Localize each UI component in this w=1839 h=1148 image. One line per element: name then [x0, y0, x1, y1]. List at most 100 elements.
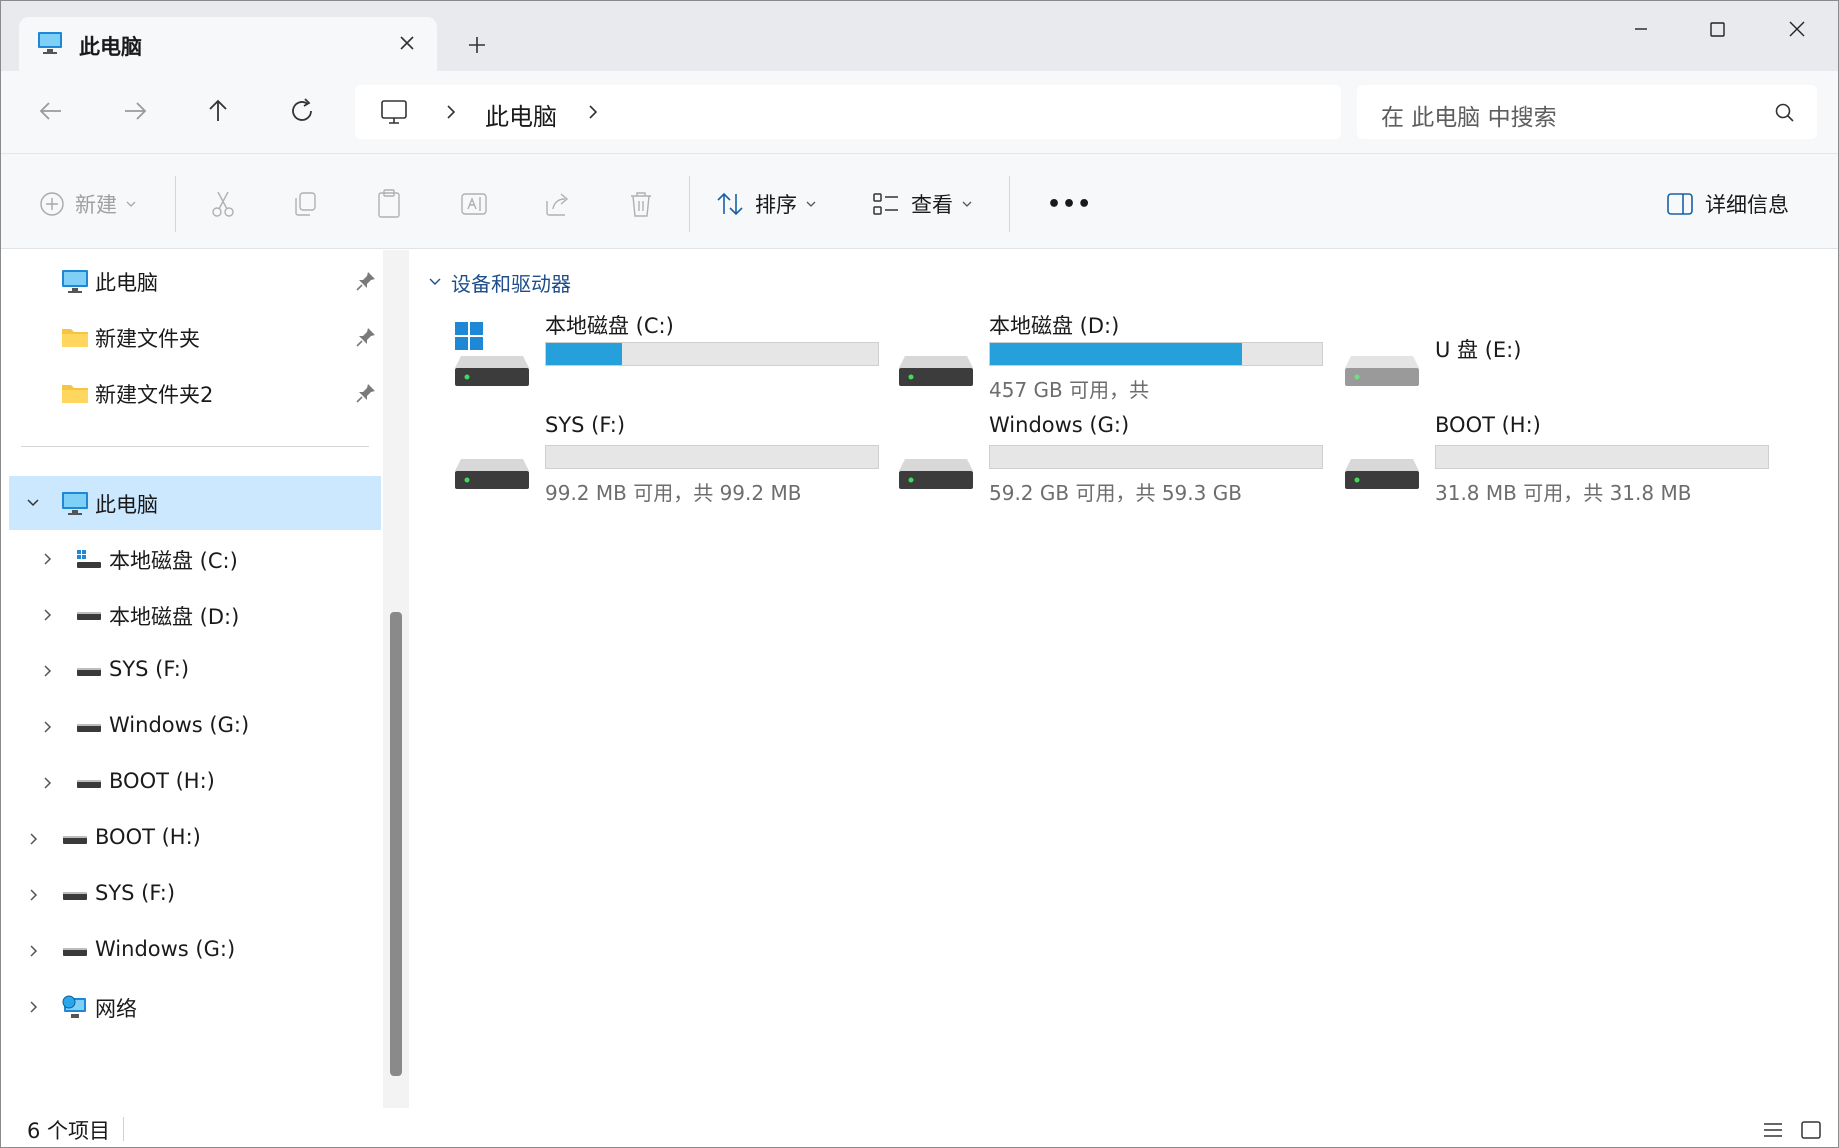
tree-label: SYS (F:) — [109, 657, 190, 681]
drive-tile-f[interactable]: SYS (F:) 99.2 MB 可用，共 99.2 MB — [453, 413, 879, 513]
share-icon — [546, 193, 569, 216]
details-view-icon[interactable] — [1761, 1119, 1785, 1141]
minimize-icon[interactable] — [1611, 9, 1671, 49]
chevron-down-icon[interactable] — [427, 274, 443, 290]
tree-label: 此电脑 — [95, 271, 158, 295]
chevron-right-icon[interactable] — [39, 774, 55, 792]
trash-icon — [631, 192, 651, 217]
tiles-view-icon[interactable] — [1799, 1119, 1823, 1141]
tree-item-network[interactable]: 网络 — [1, 980, 381, 1034]
close-window-icon[interactable] — [1767, 9, 1827, 49]
usb-drive-icon — [1345, 356, 1419, 386]
pane-divider — [21, 446, 369, 447]
command-bar: 新建 排序 查看 ••• 详细信息 — [1, 153, 1838, 249]
drive-icon — [77, 724, 101, 732]
drive-icon — [899, 356, 973, 386]
drive-name: SYS (F:) — [545, 413, 626, 437]
drive-tile-e[interactable]: U 盘 (E:) — [1343, 310, 1763, 410]
status-bar: 6 个项目 — [1, 1109, 1838, 1147]
scissors-icon — [212, 191, 234, 217]
monitor-icon[interactable] — [379, 98, 409, 126]
drive-tile-h[interactable]: BOOT (H:) 31.8 MB 可用，共 31.8 MB — [1343, 413, 1769, 513]
details-pane-button[interactable]: 详细信息 — [1665, 184, 1789, 224]
cut-button[interactable] — [209, 184, 237, 224]
navigation-pane: 此电脑 新建文件夹 新建文件夹2 此电脑 本地磁盘 (C:) 本地磁盘 (D:)… — [1, 250, 413, 1147]
chevron-right-icon[interactable] — [39, 606, 55, 624]
tree-label: 此电脑 — [95, 493, 158, 517]
address-bar[interactable]: 此电脑 — [355, 85, 1341, 139]
forward-arrow-icon[interactable] — [111, 89, 159, 133]
sort-label: 排序 — [755, 193, 797, 217]
tree-item-boot-h[interactable]: BOOT (H:) — [1, 812, 381, 866]
drive-icon — [63, 836, 87, 844]
drive-name: Windows (G:) — [989, 413, 1130, 437]
pin-icon[interactable] — [355, 270, 377, 292]
tab-this-pc[interactable]: 此电脑 — [19, 17, 437, 71]
chevron-down-icon[interactable] — [25, 494, 41, 512]
quick-access-this-pc[interactable]: 此电脑 — [1, 254, 381, 308]
refresh-icon[interactable] — [279, 89, 327, 133]
tree-item-drive-d[interactable]: 本地磁盘 (D:) — [1, 588, 381, 642]
search-icon[interactable] — [1773, 101, 1797, 125]
pin-icon[interactable] — [355, 326, 377, 348]
chevron-right-icon[interactable] — [25, 942, 41, 960]
tab-title: 此电脑 — [79, 35, 142, 59]
drive-tile-c[interactable]: 本地磁盘 (C:) — [453, 310, 879, 410]
tree-label: 本地磁盘 (D:) — [109, 605, 240, 629]
drive-usage-bar — [1435, 445, 1769, 469]
up-arrow-icon[interactable] — [194, 89, 242, 133]
nav-pane-scroll-thumb[interactable] — [390, 612, 402, 1076]
chevron-right-icon[interactable] — [25, 830, 41, 848]
tree-item-sys-f[interactable]: SYS (F:) — [1, 868, 381, 922]
back-arrow-icon[interactable] — [27, 89, 75, 133]
tree-label: 新建文件夹 — [95, 327, 200, 351]
chevron-right-icon[interactable] — [25, 998, 41, 1016]
drive-tile-d[interactable]: 本地磁盘 (D:) 457 GB 可用，共 — [897, 310, 1323, 410]
tree-item-drive-f[interactable]: SYS (F:) — [1, 644, 381, 698]
copy-button[interactable] — [291, 184, 319, 224]
paste-button[interactable] — [375, 184, 403, 224]
sort-button[interactable]: 排序 — [715, 184, 817, 224]
chevron-right-icon[interactable] — [441, 101, 461, 123]
drive-usage-fill — [990, 343, 1243, 365]
new-tab-icon[interactable] — [459, 27, 495, 63]
command-separator — [175, 176, 176, 232]
more-options-button[interactable]: ••• — [1037, 184, 1092, 224]
maximize-icon[interactable] — [1687, 9, 1747, 49]
quick-access-folder-2[interactable]: 新建文件夹2 — [1, 366, 381, 420]
search-placeholder[interactable]: 在 此电脑 中搜索 — [1381, 98, 1557, 132]
search-box[interactable]: 在 此电脑 中搜索 — [1357, 85, 1817, 139]
group-header-devices[interactable]: 设备和驱动器 — [427, 268, 571, 296]
folder-icon — [62, 385, 88, 403]
tree-label: Windows (G:) — [109, 713, 250, 737]
drive-name: 本地磁盘 (C:) — [545, 314, 674, 338]
view-button[interactable]: 查看 — [871, 184, 973, 224]
tree-label: Windows (G:) — [95, 937, 236, 961]
share-button[interactable] — [543, 184, 573, 224]
drive-icon — [77, 780, 101, 788]
tree-item-this-pc[interactable]: 此电脑 — [9, 476, 381, 530]
new-label: 新建 — [75, 193, 117, 217]
tree-item-drive-g[interactable]: Windows (G:) — [1, 700, 381, 754]
breadcrumb-this-pc[interactable]: 此电脑 — [485, 97, 557, 132]
drive-usage-bar — [989, 445, 1323, 469]
chevron-right-icon[interactable] — [25, 886, 41, 904]
view-label: 查看 — [911, 193, 953, 217]
close-tab-icon[interactable] — [391, 27, 423, 59]
rename-button[interactable] — [459, 184, 489, 224]
chevron-right-icon[interactable] — [39, 718, 55, 736]
quick-access-folder[interactable]: 新建文件夹 — [1, 310, 381, 364]
computer-icon — [62, 270, 88, 293]
more-label: ••• — [1047, 191, 1093, 217]
tree-item-drive-h[interactable]: BOOT (H:) — [1, 756, 381, 810]
new-button[interactable]: 新建 — [39, 184, 137, 224]
drive-tile-g[interactable]: Windows (G:) 59.2 GB 可用，共 59.3 GB — [897, 413, 1323, 513]
delete-button[interactable] — [627, 184, 655, 224]
system-drive-icon — [77, 550, 101, 568]
pin-icon[interactable] — [355, 382, 377, 404]
tree-item-windows-g[interactable]: Windows (G:) — [1, 924, 381, 978]
tree-item-drive-c[interactable]: 本地磁盘 (C:) — [1, 532, 381, 586]
chevron-right-icon[interactable] — [39, 662, 55, 680]
chevron-right-icon[interactable] — [583, 101, 603, 123]
chevron-right-icon[interactable] — [39, 550, 55, 568]
